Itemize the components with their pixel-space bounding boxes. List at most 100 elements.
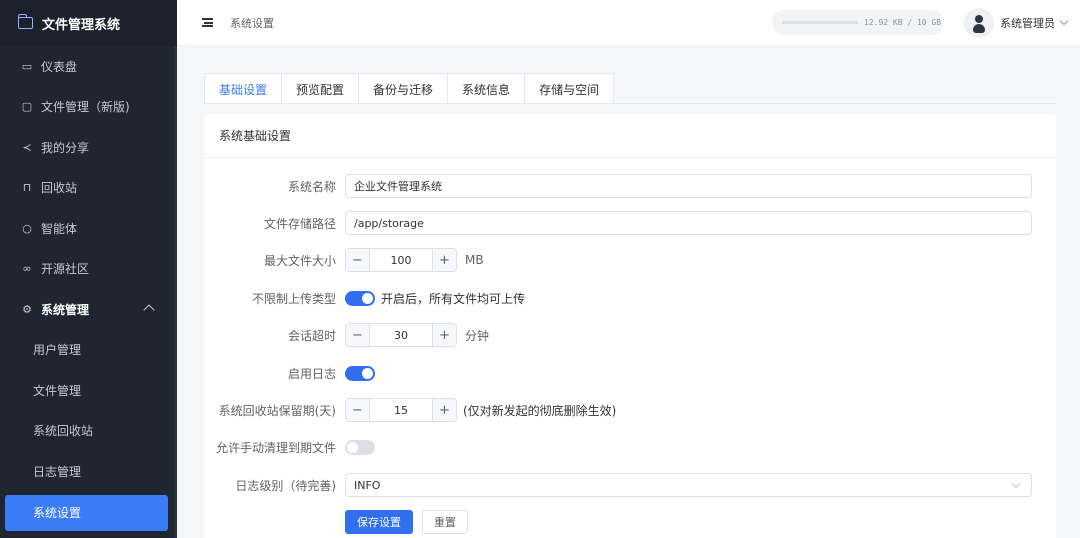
sidebar-item-file-manager-new[interactable]: ▢ 文件管理（新版) <box>0 87 177 128</box>
log-level-select[interactable]: INFO <box>345 473 1032 497</box>
sidebar: 文件管理系统 ▭ 仪表盘 ▢ 文件管理（新版) ≺ 我的分享 ⊓ 回收站 ○ 智… <box>0 0 177 538</box>
settings-card: 系统基础设置 系统名称 企业文件管理系统 文件存储路径 /app/storage… <box>204 114 1056 538</box>
user-menu[interactable]: 系统管理员 <box>964 8 1069 38</box>
session-timeout-stepper: − 30 + <box>345 323 457 347</box>
decrement-button[interactable]: − <box>346 324 370 346</box>
enable-log-toggle[interactable] <box>345 365 375 381</box>
session-timeout-unit: 分钟 <box>465 328 490 343</box>
link-icon: ∞ <box>22 262 32 276</box>
manual-cleanup-toggle[interactable] <box>345 439 375 455</box>
chat-icon: ○ <box>22 221 32 235</box>
system-name-input[interactable]: 企业文件管理系统 <box>345 174 1032 198</box>
system-name-label: 系统名称 <box>287 179 336 194</box>
increment-button[interactable]: + <box>432 324 456 346</box>
sidebar-subitem-label: 文件管理 <box>33 383 82 398</box>
sidebar-subitem-label: 日志管理 <box>33 464 82 479</box>
form-actions: 保存设置 重置 <box>204 509 1056 535</box>
max-file-size-unit: MB <box>465 253 484 267</box>
avatar <box>964 8 994 38</box>
gear-icon: ⚙ <box>22 302 32 316</box>
max-file-size-label: 最大文件大小 <box>263 253 336 268</box>
form-row-enable-log: 启用日志 <box>204 360 1056 386</box>
tab-backup-migration[interactable]: 备份与迁移 <box>359 74 449 104</box>
form-row-manual-cleanup: 允许手动清理到期文件 <box>204 434 1056 460</box>
tabs-divider <box>204 103 1056 104</box>
unlimited-upload-hint: 开启后，所有文件均可上传 <box>381 291 526 306</box>
tab-preview-config[interactable]: 预览配置 <box>282 74 360 104</box>
sidebar-subitem-files[interactable]: 文件管理 <box>0 370 177 411</box>
sidebar-subitem-label: 系统设置 <box>33 506 82 520</box>
decrement-button[interactable]: − <box>346 249 370 271</box>
max-file-size-stepper: − 100 + <box>345 248 457 272</box>
recycle-retention-label: 系统回收站保留期(天) <box>218 403 336 418</box>
sidebar-subitem-system-recycle[interactable]: 系统回收站 <box>0 411 177 452</box>
settings-tabs: 基础设置 预览配置 备份与迁移 系统信息 存储与空间 <box>204 73 615 104</box>
folder-icon: ▢ <box>21 100 33 114</box>
sidebar-subitem-users[interactable]: 用户管理 <box>0 330 177 371</box>
increment-button[interactable]: + <box>432 249 456 271</box>
share-icon: ≺ <box>22 140 32 154</box>
recycle-retention-value[interactable]: 15 <box>370 404 432 417</box>
folder-logo-icon <box>17 14 33 29</box>
dashboard-icon: ▭ <box>21 59 33 73</box>
form-row-max-file-size: 最大文件大小 − 100 + MB <box>204 247 1056 273</box>
sidebar-item-dashboard[interactable]: ▭ 仪表盘 <box>0 46 177 87</box>
form-row-session-timeout: 会话超时 − 30 + 分钟 <box>204 322 1056 348</box>
sidebar-item-label: 文件管理（新版) <box>41 100 130 115</box>
log-level-value: INFO <box>354 478 381 492</box>
sidebar-item-label: 系统管理 <box>41 302 90 317</box>
sidebar-item-label: 回收站 <box>41 181 78 196</box>
form-row-storage-path: 文件存储路径 /app/storage <box>204 210 1056 236</box>
unlimited-upload-label: 不限制上传类型 <box>251 291 336 306</box>
increment-button[interactable]: + <box>432 399 456 421</box>
sidebar-item-open-source[interactable]: ∞ 开源社区 <box>0 249 177 290</box>
sidebar-item-label: 开源社区 <box>41 262 90 277</box>
sidebar-item-agents[interactable]: ○ 智能体 <box>0 208 177 249</box>
sidebar-scrollbar[interactable] <box>174 46 177 538</box>
chevron-down-icon <box>1011 479 1021 489</box>
storage-path-label: 文件存储路径 <box>263 216 336 231</box>
sidebar-subitem-label: 用户管理 <box>33 343 82 358</box>
trash-icon: ⊓ <box>22 181 32 195</box>
sidebar-item-label: 智能体 <box>41 221 78 236</box>
breadcrumb: 系统设置 <box>230 16 274 30</box>
sidebar-item-label: 仪表盘 <box>41 59 78 74</box>
brand[interactable]: 文件管理系统 <box>0 0 177 46</box>
chevron-up-icon <box>143 304 155 316</box>
storage-usage: 12.92 KB / 10 GB <box>772 10 944 35</box>
sidebar-item-recycle-bin[interactable]: ⊓ 回收站 <box>0 168 177 209</box>
form-row-log-level: 日志级别（待完善) INFO <box>204 472 1056 498</box>
recycle-retention-hint: (仅对新发起的彻底删除生效) <box>463 403 617 418</box>
reset-button[interactable]: 重置 <box>422 510 468 534</box>
max-file-size-value[interactable]: 100 <box>370 254 432 267</box>
storage-path-input[interactable]: /app/storage <box>345 211 1032 235</box>
tab-storage-space[interactable]: 存储与空间 <box>525 74 613 104</box>
app-title: 文件管理系统 <box>42 17 121 33</box>
top-header: 系统设置 12.92 KB / 10 GB 系统管理员 <box>177 0 1080 46</box>
sidebar-subitem-label: 系统回收站 <box>33 424 94 439</box>
session-timeout-value[interactable]: 30 <box>370 329 432 342</box>
form-row-unlimited-upload: 不限制上传类型 开启后，所有文件均可上传 <box>204 285 1056 311</box>
manual-cleanup-label: 允许手动清理到期文件 <box>215 440 336 455</box>
chevron-down-icon <box>1059 16 1069 26</box>
decrement-button[interactable]: − <box>346 399 370 421</box>
form-row-recycle-retention: 系统回收站保留期(天) − 15 + (仅对新发起的彻底删除生效) <box>204 397 1056 423</box>
sidebar-item-my-shares[interactable]: ≺ 我的分享 <box>0 127 177 168</box>
sidebar-subitem-settings[interactable]: 系统设置 <box>5 494 168 531</box>
tab-system-info[interactable]: 系统信息 <box>448 74 526 104</box>
user-name: 系统管理员 <box>1000 17 1055 30</box>
sidebar-item-label: 我的分享 <box>41 140 90 155</box>
form-row-system-name: 系统名称 企业文件管理系统 <box>204 173 1056 199</box>
card-title: 系统基础设置 <box>204 114 1056 158</box>
sidebar-item-system-admin[interactable]: ⚙ 系统管理 <box>0 289 177 330</box>
storage-progress-bar <box>782 21 858 24</box>
enable-log-label: 启用日志 <box>287 366 336 381</box>
log-level-label: 日志级别（待完善) <box>235 478 336 493</box>
tab-basic-settings[interactable]: 基础设置 <box>205 74 283 104</box>
unlimited-upload-toggle[interactable] <box>345 290 375 306</box>
storage-text: 12.92 KB / 10 GB <box>864 18 942 27</box>
menu-toggle-icon[interactable] <box>202 18 213 27</box>
save-settings-button[interactable]: 保存设置 <box>345 510 413 534</box>
sidebar-subitem-logs[interactable]: 日志管理 <box>0 451 177 492</box>
recycle-retention-stepper: − 15 + <box>345 398 457 422</box>
